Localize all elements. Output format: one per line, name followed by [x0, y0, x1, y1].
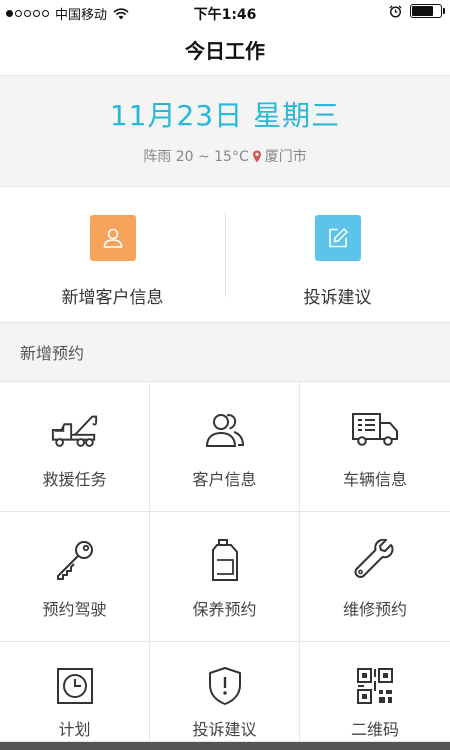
- battery-icon: [410, 4, 445, 18]
- truck-icon: [350, 408, 400, 452]
- status-bar: 中国移动 下午1:46: [0, 0, 450, 24]
- section-title: 新增预约: [20, 344, 85, 363]
- grid-item-vehicle-info[interactable]: 车辆信息: [300, 382, 450, 512]
- grid-item-qr-code[interactable]: 二维码: [300, 642, 450, 742]
- grid-item-customer-info[interactable]: 客户信息: [150, 382, 300, 512]
- clock-icon: [50, 664, 100, 708]
- status-right: [389, 4, 445, 18]
- grid-item-label: 投诉建议: [192, 720, 257, 739]
- wrench-icon: [350, 538, 400, 582]
- grid-item-label: 维修预约: [342, 600, 407, 619]
- edit-icon: [314, 215, 361, 261]
- grid-item-label: 预约驾驶: [42, 600, 107, 619]
- grid-item-plan[interactable]: 计划: [0, 642, 150, 742]
- grid-item-complaint-suggestion[interactable]: 投诉建议: [150, 642, 300, 742]
- weekday-label: 星期三: [253, 99, 341, 132]
- city-text: 厦门市: [264, 149, 307, 165]
- weather-text: 阵雨 20 ~ 15°C: [143, 149, 249, 165]
- quick-action-label: 投诉建议: [303, 288, 372, 308]
- grid-item-maintenance-booking[interactable]: 保养预约: [150, 512, 300, 642]
- oil-can-icon: [200, 538, 250, 582]
- grid-item-label: 车辆信息: [342, 470, 407, 489]
- key-icon: [50, 538, 100, 582]
- nav-bar: 今日工作: [0, 24, 450, 76]
- add-customer-button[interactable]: 新增客户信息: [0, 188, 225, 322]
- qr-code-icon: [350, 664, 400, 708]
- grid-item-repair-booking[interactable]: 维修预约: [300, 512, 450, 642]
- grid-item-reserve-driving[interactable]: 预约驾驶: [0, 512, 150, 642]
- grid-item-label: 保养预约: [192, 600, 257, 619]
- users-icon: [200, 408, 250, 452]
- shield-alert-icon: [200, 664, 250, 708]
- tab-bar-edge: [0, 742, 450, 750]
- tow-truck-icon: [50, 408, 100, 452]
- status-time: 下午1:46: [193, 7, 257, 23]
- section-header: 新增预约: [0, 323, 450, 382]
- grid-item-label: 计划: [58, 720, 91, 739]
- grid-item-label: 二维码: [350, 720, 399, 739]
- date-line: 11月23日 星期三: [0, 94, 450, 134]
- grid-item-rescue-task[interactable]: 救援任务: [0, 382, 150, 512]
- location-pin-icon: [252, 150, 261, 162]
- page-title: 今日工作: [185, 39, 265, 63]
- complaint-suggestion-button[interactable]: 投诉建议: [225, 188, 450, 322]
- quick-action-label: 新增客户信息: [61, 288, 164, 308]
- alarm-icon: [389, 5, 402, 18]
- grid-item-label: 救援任务: [42, 470, 107, 489]
- grid-item-label: 客户信息: [192, 470, 257, 489]
- quick-actions: 新增客户信息 投诉建议: [0, 188, 450, 323]
- weather-line: 阵雨 20 ~ 15°C 厦门市: [0, 146, 450, 166]
- feature-grid: 救援任务 客户信息 车辆信息 预约驾驶 保养预约 维修预约 计划 投诉建议 二维…: [0, 382, 450, 742]
- date-panel: 11月23日 星期三 阵雨 20 ~ 15°C 厦门市: [0, 76, 450, 187]
- user-icon: [89, 215, 136, 261]
- date-label: 11月23日: [109, 99, 244, 132]
